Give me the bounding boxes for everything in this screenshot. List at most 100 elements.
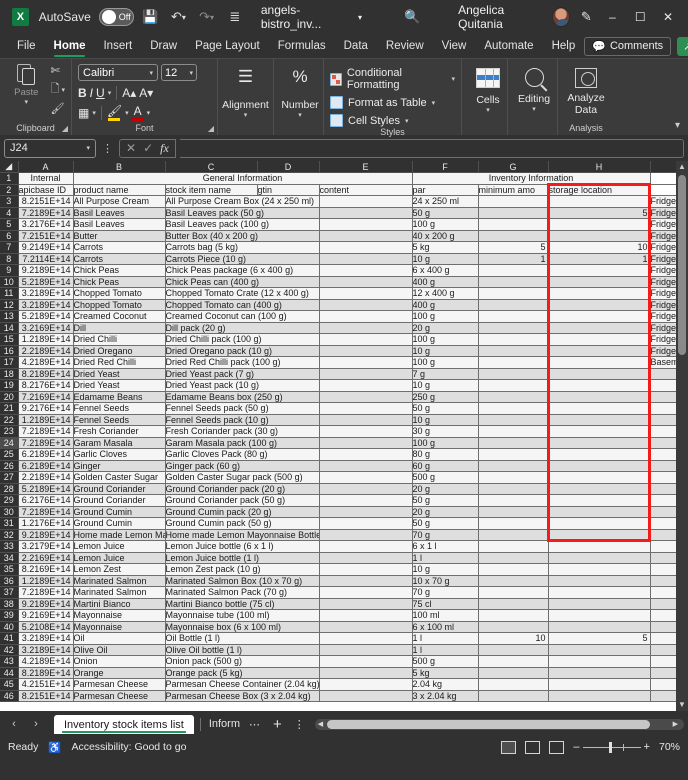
- row-header-33[interactable]: 33: [0, 540, 19, 553]
- cell-product-name[interactable]: Fennel Seeds: [73, 414, 166, 426]
- cell-storage-location[interactable]: Fridge 2: [650, 207, 677, 219]
- cell-minimum-amount[interactable]: [548, 655, 651, 668]
- row-header-3[interactable]: 3: [0, 195, 19, 208]
- cell-gtin[interactable]: [319, 667, 413, 679]
- cell-minimum-amount[interactable]: 5: [548, 207, 651, 219]
- cell-product-name[interactable]: Dried Yeast: [73, 379, 166, 392]
- scroll-down-icon[interactable]: ▼: [676, 699, 688, 711]
- share-button[interactable]: ↗ ▾: [677, 36, 688, 56]
- row-header-37[interactable]: 37: [0, 586, 19, 599]
- cell-product-name[interactable]: Orange: [73, 667, 166, 679]
- row-header-13[interactable]: 13: [0, 310, 19, 323]
- cell-apicbase-id[interactable]: 3.2169E+14: [18, 322, 74, 334]
- cell-apicbase-id[interactable]: 7.2189E+14: [18, 425, 74, 438]
- cell-product-name[interactable]: Dried Oregano: [73, 345, 166, 357]
- cell-content[interactable]: 10 g: [412, 345, 479, 357]
- cell-storage-location[interactable]: [650, 529, 677, 541]
- cell-product-name[interactable]: Ginger: [73, 460, 166, 472]
- chevron-down-icon[interactable]: ▾: [92, 109, 96, 117]
- cell-gtin[interactable]: [319, 506, 413, 518]
- cell-product-name[interactable]: Ground Cumin: [73, 517, 166, 530]
- font-name-input[interactable]: Calibri ▾: [78, 64, 158, 81]
- cell-gtin[interactable]: [319, 540, 413, 553]
- cell-storage-location[interactable]: Fridge 1: [650, 345, 677, 357]
- cell-content[interactable]: 6 x 400 g: [412, 264, 479, 277]
- cell-content[interactable]: 100 g: [412, 437, 479, 449]
- cell-par[interactable]: [478, 391, 549, 403]
- horizontal-scrollbar-thumb[interactable]: [326, 719, 650, 729]
- cell-content[interactable]: 1 l: [412, 552, 479, 564]
- cell-minimum-amount[interactable]: [548, 356, 651, 369]
- cell-storage-location[interactable]: Fridge 2: [650, 299, 677, 311]
- cell-stock-item-name[interactable]: Ground Cumin pack (50 g): [165, 517, 320, 530]
- cell-stock-item-name[interactable]: Basil Leaves pack (100 g): [165, 218, 320, 231]
- cell-par[interactable]: [478, 575, 549, 587]
- cell-stock-item-name[interactable]: Mayonnaise tube (100 ml): [165, 609, 320, 622]
- cell-product-name[interactable]: Basil Leaves: [73, 207, 166, 219]
- cell-minimum-amount[interactable]: [548, 425, 651, 438]
- ribbon-group-alignment[interactable]: ☰ Alignment ▾: [218, 59, 274, 135]
- cell-stock-item-name[interactable]: Parmesan Cheese Box (3 x 2.04 kg): [165, 690, 320, 702]
- cell-product-name[interactable]: Onion: [73, 655, 166, 668]
- cell-storage-location[interactable]: [650, 609, 677, 622]
- cell-styles-button[interactable]: Cell Styles ▾: [330, 114, 455, 127]
- tab-page-layout[interactable]: Page Layout: [186, 38, 269, 54]
- row-header-29[interactable]: 29: [0, 494, 19, 507]
- cell-product-name[interactable]: Chopped Tomato: [73, 287, 166, 300]
- scroll-left-icon[interactable]: ◀: [315, 720, 323, 728]
- cell-minimum-amount[interactable]: [548, 287, 651, 300]
- cut-icon[interactable]: ✄: [51, 64, 65, 77]
- column-header-E[interactable]: E: [319, 161, 413, 173]
- row-header-27[interactable]: 27: [0, 471, 19, 484]
- cell-storage-location[interactable]: Fridge 2: [650, 264, 677, 277]
- cell-product-name[interactable]: Chopped Tomato: [73, 299, 166, 311]
- cell-apicbase-id[interactable]: 8.2189E+14: [18, 667, 74, 679]
- cell-minimum-amount[interactable]: [548, 460, 651, 472]
- cell-par[interactable]: [478, 425, 549, 438]
- cell-content[interactable]: 5 kg: [412, 667, 479, 679]
- cell-apicbase-id[interactable]: 6.2176E+14: [18, 494, 74, 507]
- cell-minimum-amount[interactable]: [548, 667, 651, 679]
- cell-storage-location[interactable]: Fridge 2: [650, 253, 677, 265]
- chevron-down-icon[interactable]: ▾: [147, 109, 151, 117]
- sheet-menu-icon[interactable]: ⋮: [290, 718, 309, 731]
- cell-gtin[interactable]: [319, 609, 413, 622]
- cell-product-name[interactable]: Mayonnaise: [73, 621, 166, 633]
- decrease-font-size-button[interactable]: A▾: [139, 86, 153, 100]
- cell-par[interactable]: [478, 598, 549, 610]
- cell-par[interactable]: [478, 506, 549, 518]
- cell-product-name[interactable]: Dried Yeast: [73, 368, 166, 380]
- cell-par[interactable]: [478, 517, 549, 530]
- cell-content[interactable]: 10 g: [412, 414, 479, 426]
- cell-content[interactable]: 10 g: [412, 253, 479, 265]
- row-header-40[interactable]: 40: [0, 621, 19, 633]
- cell-apicbase-id[interactable]: 8.2151E+14: [18, 195, 74, 208]
- row-header-9[interactable]: 9: [0, 264, 19, 277]
- cell-storage-location[interactable]: [650, 621, 677, 633]
- cell-stock-item-name[interactable]: Ground Coriander pack (20 g): [165, 483, 320, 495]
- cell-minimum-amount[interactable]: [548, 621, 651, 633]
- cell-stock-item-name[interactable]: Martini Bianco bottle (75 cl): [165, 598, 320, 610]
- cell-storage-location[interactable]: [650, 460, 677, 472]
- cell-content[interactable]: 50 g: [412, 517, 479, 530]
- close-button[interactable]: ✕: [654, 2, 682, 32]
- ribbon-group-number[interactable]: % Number ▾: [274, 59, 324, 135]
- cell-product-name[interactable]: Martini Bianco: [73, 598, 166, 610]
- cell-gtin[interactable]: [319, 598, 413, 610]
- cell-storage-location[interactable]: [650, 368, 677, 380]
- row-header-45[interactable]: 45: [0, 678, 19, 691]
- cell-apicbase-id[interactable]: 8.2189E+14: [18, 368, 74, 380]
- cell-minimum-amount[interactable]: [548, 598, 651, 610]
- add-sheet-button[interactable]: +: [267, 716, 288, 733]
- zoom-level[interactable]: 70%: [659, 741, 680, 753]
- cell-apicbase-id[interactable]: 5.2189E+14: [18, 310, 74, 323]
- cell-content[interactable]: 70 g: [412, 586, 479, 599]
- cell-storage-location[interactable]: [650, 391, 677, 403]
- cell-apicbase-id[interactable]: 1.2176E+14: [18, 517, 74, 530]
- row-header-21[interactable]: 21: [0, 402, 19, 415]
- row-header-11[interactable]: 11: [0, 287, 19, 300]
- cell-product-name[interactable]: Dried Red Chilli: [73, 356, 166, 369]
- cell-minimum-amount[interactable]: [548, 414, 651, 426]
- cell-storage-location[interactable]: [650, 655, 677, 668]
- cell-gtin[interactable]: [319, 207, 413, 219]
